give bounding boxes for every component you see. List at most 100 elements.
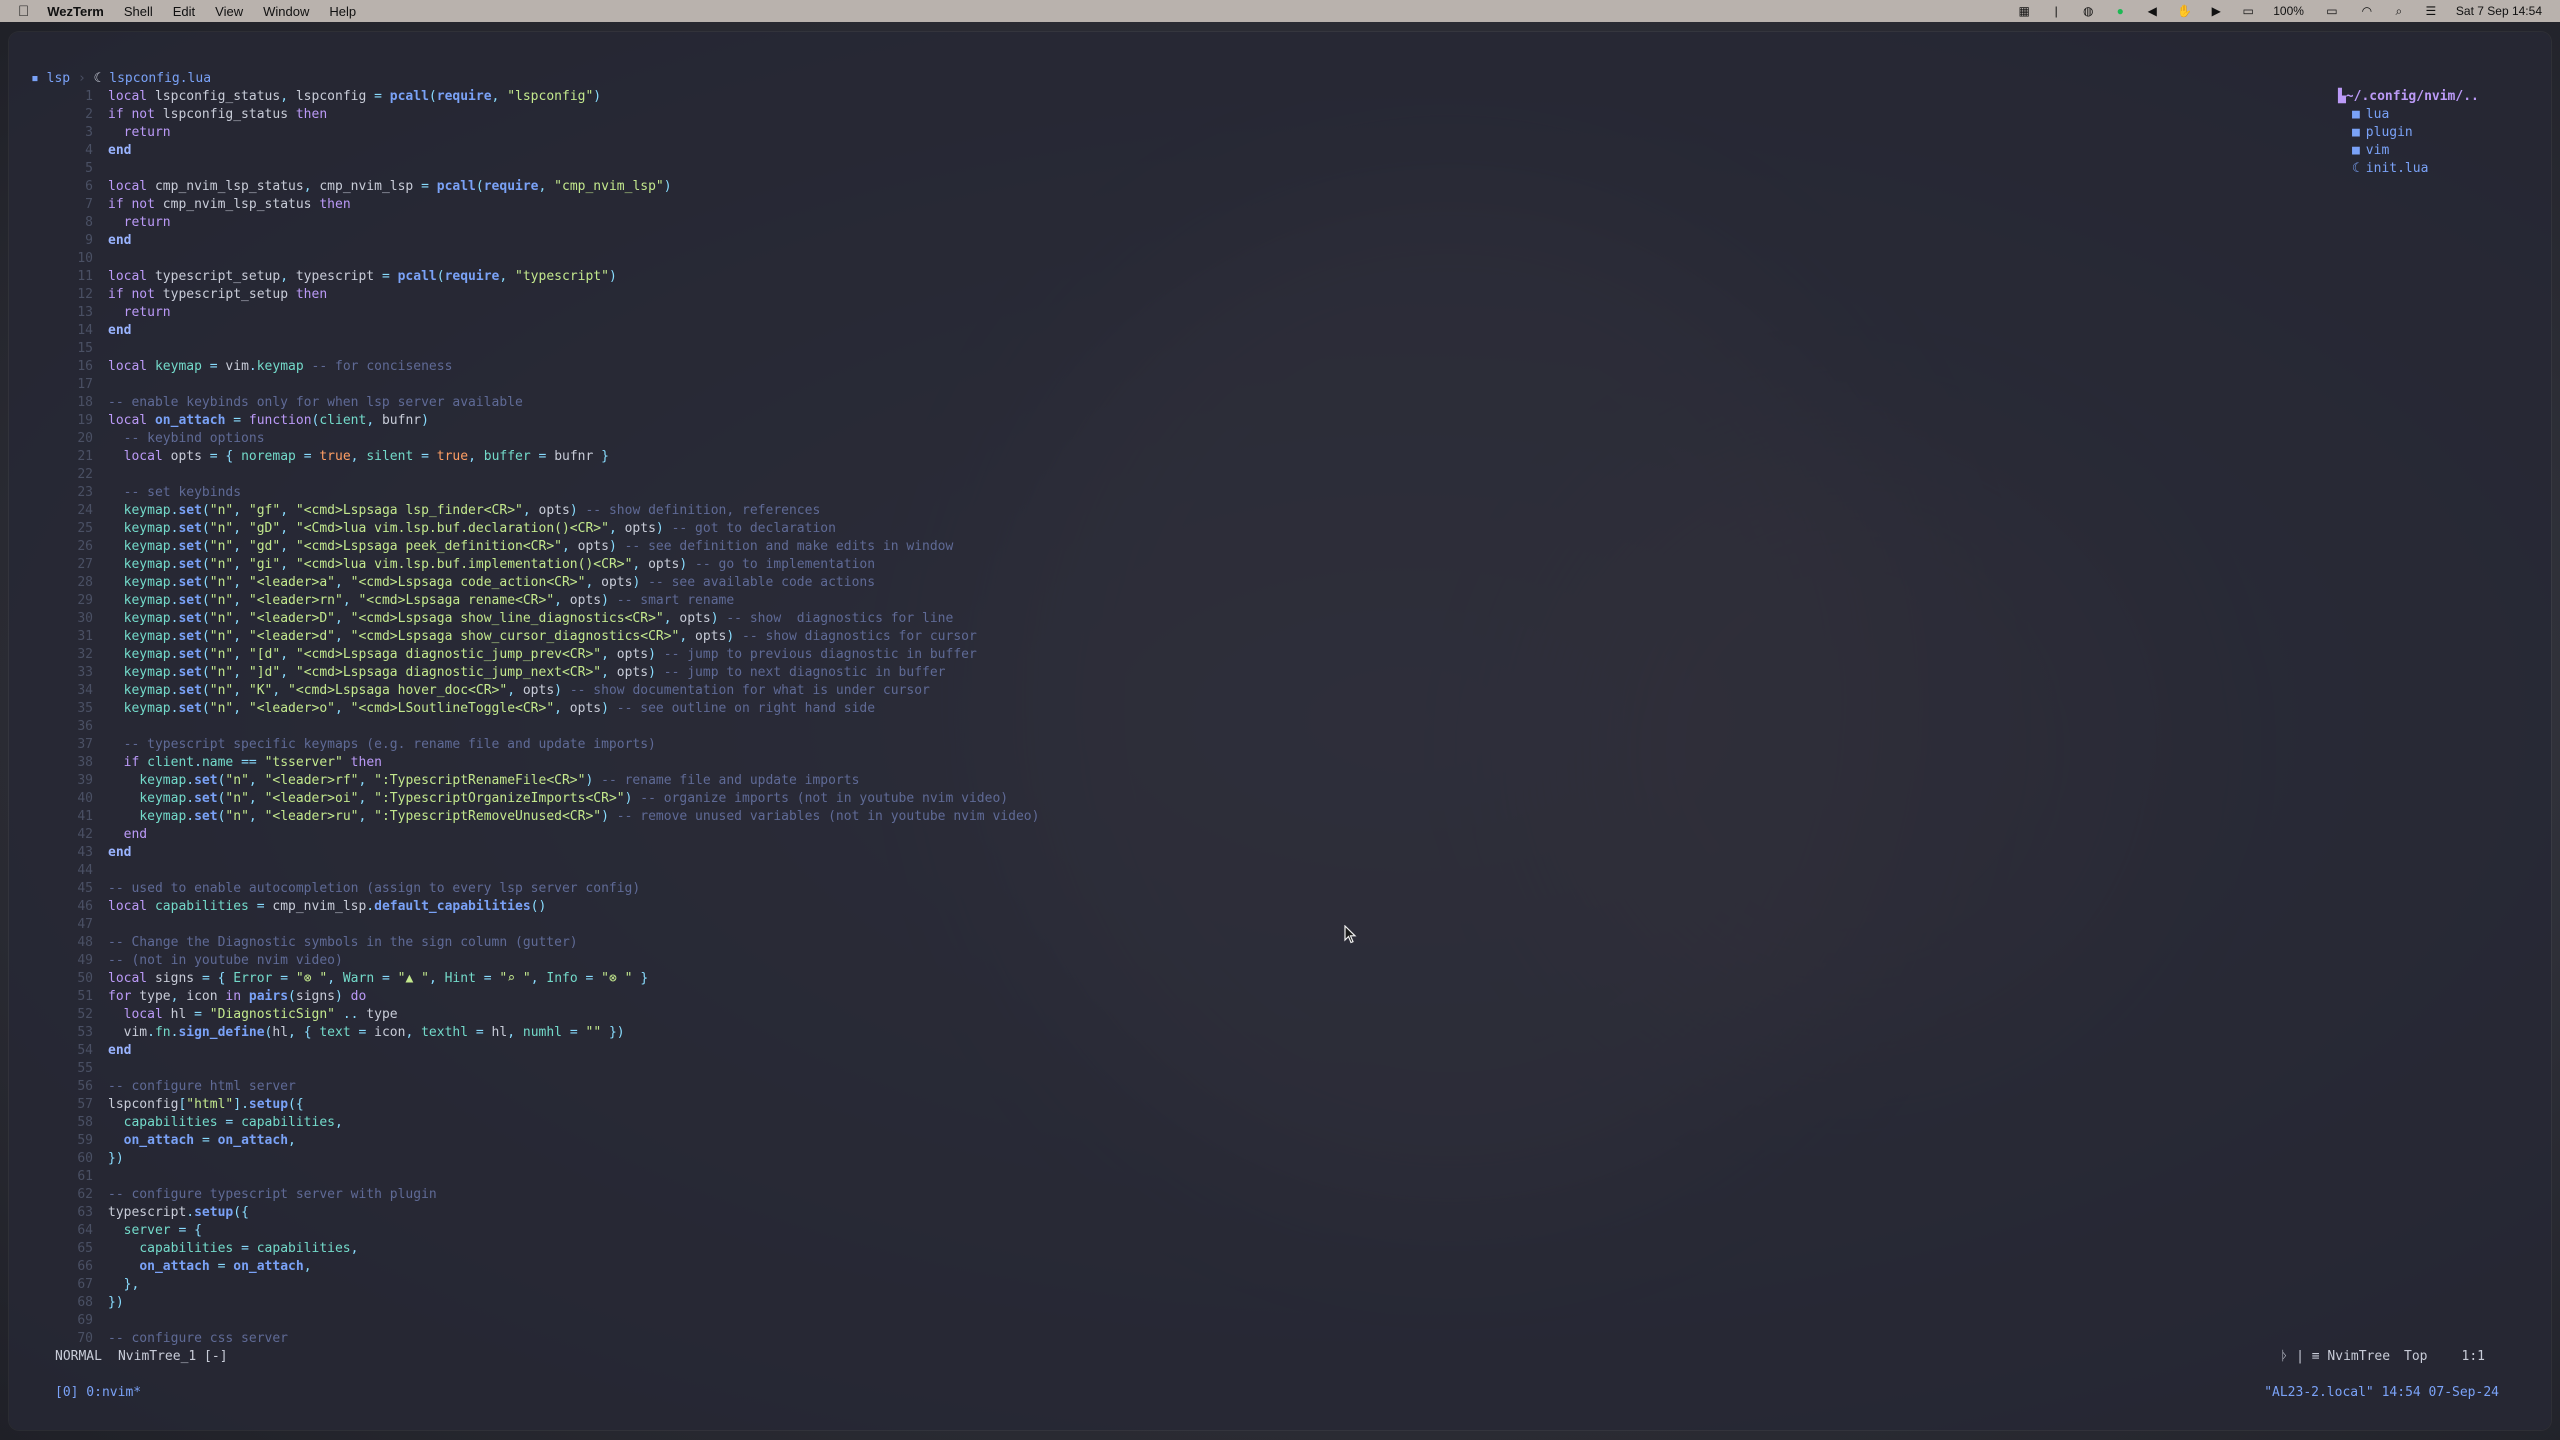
code-line[interactable]: 10: [31, 250, 2511, 268]
code-line[interactable]: 32 keymap.set("n", "[d", "<cmd>Lspsaga d…: [31, 646, 2511, 664]
volume-icon[interactable]: ◀: [2145, 5, 2159, 17]
layout-icon[interactable]: ▦: [2017, 5, 2031, 17]
code-line[interactable]: 55: [31, 1060, 2511, 1078]
play-icon[interactable]: ▶: [2209, 5, 2223, 17]
code-line[interactable]: 48 -- Change the Diagnostic symbols in th…: [31, 934, 2511, 952]
code-line[interactable]: 57 lspconfig["html"].setup({: [31, 1096, 2511, 1114]
line-number: 12: [77, 287, 93, 302]
code-line[interactable]: 27 keymap.set("n", "gi", "<cmd>lua vim.l…: [31, 556, 2511, 574]
wifi-icon[interactable]: ◠: [2360, 5, 2374, 17]
code-line[interactable]: 15: [31, 340, 2511, 358]
control-center-icon[interactable]: ☰: [2424, 5, 2438, 17]
menu-edit[interactable]: Edit: [173, 4, 195, 19]
spotify-icon[interactable]: ●: [2113, 5, 2127, 17]
code-line[interactable]: 9 end: [31, 232, 2511, 250]
search-icon[interactable]: ⌕: [2392, 5, 2406, 17]
terminal-window[interactable]: ▪ lsp › ☾ lspconfig.lua 1 local lspconfig…: [9, 32, 2551, 1430]
line-number: 57: [77, 1097, 93, 1112]
code-line[interactable]: 37 -- typescript specific keymaps (e.g. …: [31, 736, 2511, 754]
code-line[interactable]: 65 capabilities = capabilities,: [31, 1240, 2511, 1258]
code-line[interactable]: 35 keymap.set("n", "<leader>o", "<cmd>LS…: [31, 700, 2511, 718]
code-line[interactable]: 11 local typescript_setup, typescript = p…: [31, 268, 2511, 286]
code-line[interactable]: 56 -- configure html server: [31, 1078, 2511, 1096]
apple-icon[interactable]: : [18, 3, 29, 20]
code-line[interactable]: 5: [31, 160, 2511, 178]
menu-view[interactable]: View: [215, 4, 243, 19]
menu-app-name[interactable]: WezTerm: [47, 4, 104, 19]
code-line[interactable]: 1 local lspconfig_status, lspconfig = pca…: [31, 88, 2511, 106]
code-line[interactable]: 20 -- keybind options: [31, 430, 2511, 448]
code-line[interactable]: 49 -- (not in youtube nvim video): [31, 952, 2511, 970]
code-line[interactable]: 46 local capabilities = cmp_nvim_lsp.defa…: [31, 898, 2511, 916]
code-line[interactable]: 36: [31, 718, 2511, 736]
code-line[interactable]: 3 return: [31, 124, 2511, 142]
code-line[interactable]: 66 on_attach = on_attach,: [31, 1258, 2511, 1276]
globe-icon[interactable]: ◍: [2081, 5, 2095, 17]
code-line[interactable]: 25 keymap.set("n", "gD", "<Cmd>lua vim.l…: [31, 520, 2511, 538]
code-line[interactable]: 23 -- set keybinds: [31, 484, 2511, 502]
code-line[interactable]: 19 local on_attach = function(client, buf…: [31, 412, 2511, 430]
code-line[interactable]: 4 end: [31, 142, 2511, 160]
code-line[interactable]: 60}): [31, 1150, 2511, 1168]
code-line[interactable]: 28 keymap.set("n", "<leader>a", "<cmd>Ls…: [31, 574, 2511, 592]
code-line[interactable]: 63 typescript.setup({: [31, 1204, 2511, 1222]
code-line[interactable]: 8 return: [31, 214, 2511, 232]
code-line[interactable]: 16 local keymap = vim.keymap -- for conci…: [31, 358, 2511, 376]
code-line[interactable]: 42 end: [31, 826, 2511, 844]
menu-window[interactable]: Window: [263, 4, 309, 19]
code-line[interactable]: 52 local hl = "DiagnosticSign" .. type: [31, 1006, 2511, 1024]
code-line[interactable]: 51 for type, icon in pairs(signs) do: [31, 988, 2511, 1006]
code-line[interactable]: 70 -- configure css server: [31, 1330, 2511, 1348]
code-line[interactable]: 2 if not lspconfig_status then: [31, 106, 2511, 124]
code-line[interactable]: 30 keymap.set("n", "<leader>D", "<cmd>Ls…: [31, 610, 2511, 628]
code-line[interactable]: 40 keymap.set("n", "<leader>oi", ":Types…: [31, 790, 2511, 808]
code-line[interactable]: 29 keymap.set("n", "<leader>rn", "<cmd>L…: [31, 592, 2511, 610]
line-code: -- set keybinds: [123, 485, 242, 500]
code-line[interactable]: 38 if client.name == "tsserver" then: [31, 754, 2511, 772]
code-line[interactable]: 24 keymap.set("n", "gf", "<cmd>Lspsaga l…: [31, 502, 2511, 520]
code-line[interactable]: 26 keymap.set("n", "gd", "<cmd>Lspsaga p…: [31, 538, 2511, 556]
line-code: server = {: [123, 1223, 202, 1238]
code-line[interactable]: 39 keymap.set("n", "<leader>rf", ":Types…: [31, 772, 2511, 790]
code-line[interactable]: 69: [31, 1312, 2511, 1330]
code-line[interactable]: 18 -- enable keybinds only for when lsp s…: [31, 394, 2511, 412]
code-line[interactable]: 68}): [31, 1294, 2511, 1312]
code-line[interactable]: 44: [31, 862, 2511, 880]
tmux-window-tab[interactable]: [0] 0:nvim*: [55, 1384, 141, 1402]
code-line[interactable]: 54 end: [31, 1042, 2511, 1060]
code-line[interactable]: 21 local opts = { noremap = true, silent…: [31, 448, 2511, 466]
hand-icon[interactable]: ✋: [2177, 5, 2192, 17]
code-line[interactable]: 62 -- configure typescript server with pl…: [31, 1186, 2511, 1204]
code-line[interactable]: 64 server = {: [31, 1222, 2511, 1240]
code-line[interactable]: 45 -- used to enable autocompletion (assi…: [31, 880, 2511, 898]
code-line[interactable]: 50 local signs = { Error = "⊗ ", Warn = "…: [31, 970, 2511, 988]
code-line[interactable]: 6 local cmp_nvim_lsp_status, cmp_nvim_lsp…: [31, 178, 2511, 196]
code-line[interactable]: 59 on_attach = on_attach,: [31, 1132, 2511, 1150]
code-line[interactable]: 58 capabilities = capabilities,: [31, 1114, 2511, 1132]
code-line[interactable]: 43 end: [31, 844, 2511, 862]
code-line[interactable]: 47: [31, 916, 2511, 934]
code-editor[interactable]: 1 local lspconfig_status, lspconfig = pca…: [31, 88, 2511, 1348]
code-line[interactable]: 61: [31, 1168, 2511, 1186]
code-line[interactable]: 7 if not cmp_nvim_lsp_status then: [31, 196, 2511, 214]
code-line[interactable]: 41 keymap.set("n", "<leader>ru", ":Types…: [31, 808, 2511, 826]
tree-root[interactable]: ▙~/.config/nvim/..: [2291, 70, 2479, 104]
code-line[interactable]: 17: [31, 376, 2511, 394]
code-line[interactable]: 12 if not typescript_setup then: [31, 286, 2511, 304]
menu-shell[interactable]: Shell: [124, 4, 153, 19]
breadcrumb-file[interactable]: lspconfig.lua: [109, 71, 211, 86]
code-line[interactable]: 53 vim.fn.sign_define(hl, { text = icon,…: [31, 1024, 2511, 1042]
clock[interactable]: Sat 7 Sep 14:54: [2456, 4, 2542, 18]
screen-icon[interactable]: ▭: [2241, 5, 2255, 17]
code-line[interactable]: 31 keymap.set("n", "<leader>d", "<cmd>Ls…: [31, 628, 2511, 646]
line-code: on_attach = on_attach,: [123, 1133, 296, 1148]
code-line[interactable]: 33 keymap.set("n", "]d", "<cmd>Lspsaga d…: [31, 664, 2511, 682]
code-line[interactable]: 22: [31, 466, 2511, 484]
code-line[interactable]: 14 end: [31, 322, 2511, 340]
battery-icon[interactable]: ▭: [2322, 5, 2342, 17]
code-line[interactable]: 67 },: [31, 1276, 2511, 1294]
code-line[interactable]: 34 keymap.set("n", "K", "<cmd>Lspsaga ho…: [31, 682, 2511, 700]
breadcrumb-folder[interactable]: lsp: [47, 71, 70, 86]
code-line[interactable]: 13 return: [31, 304, 2511, 322]
menu-help[interactable]: Help: [329, 4, 356, 19]
